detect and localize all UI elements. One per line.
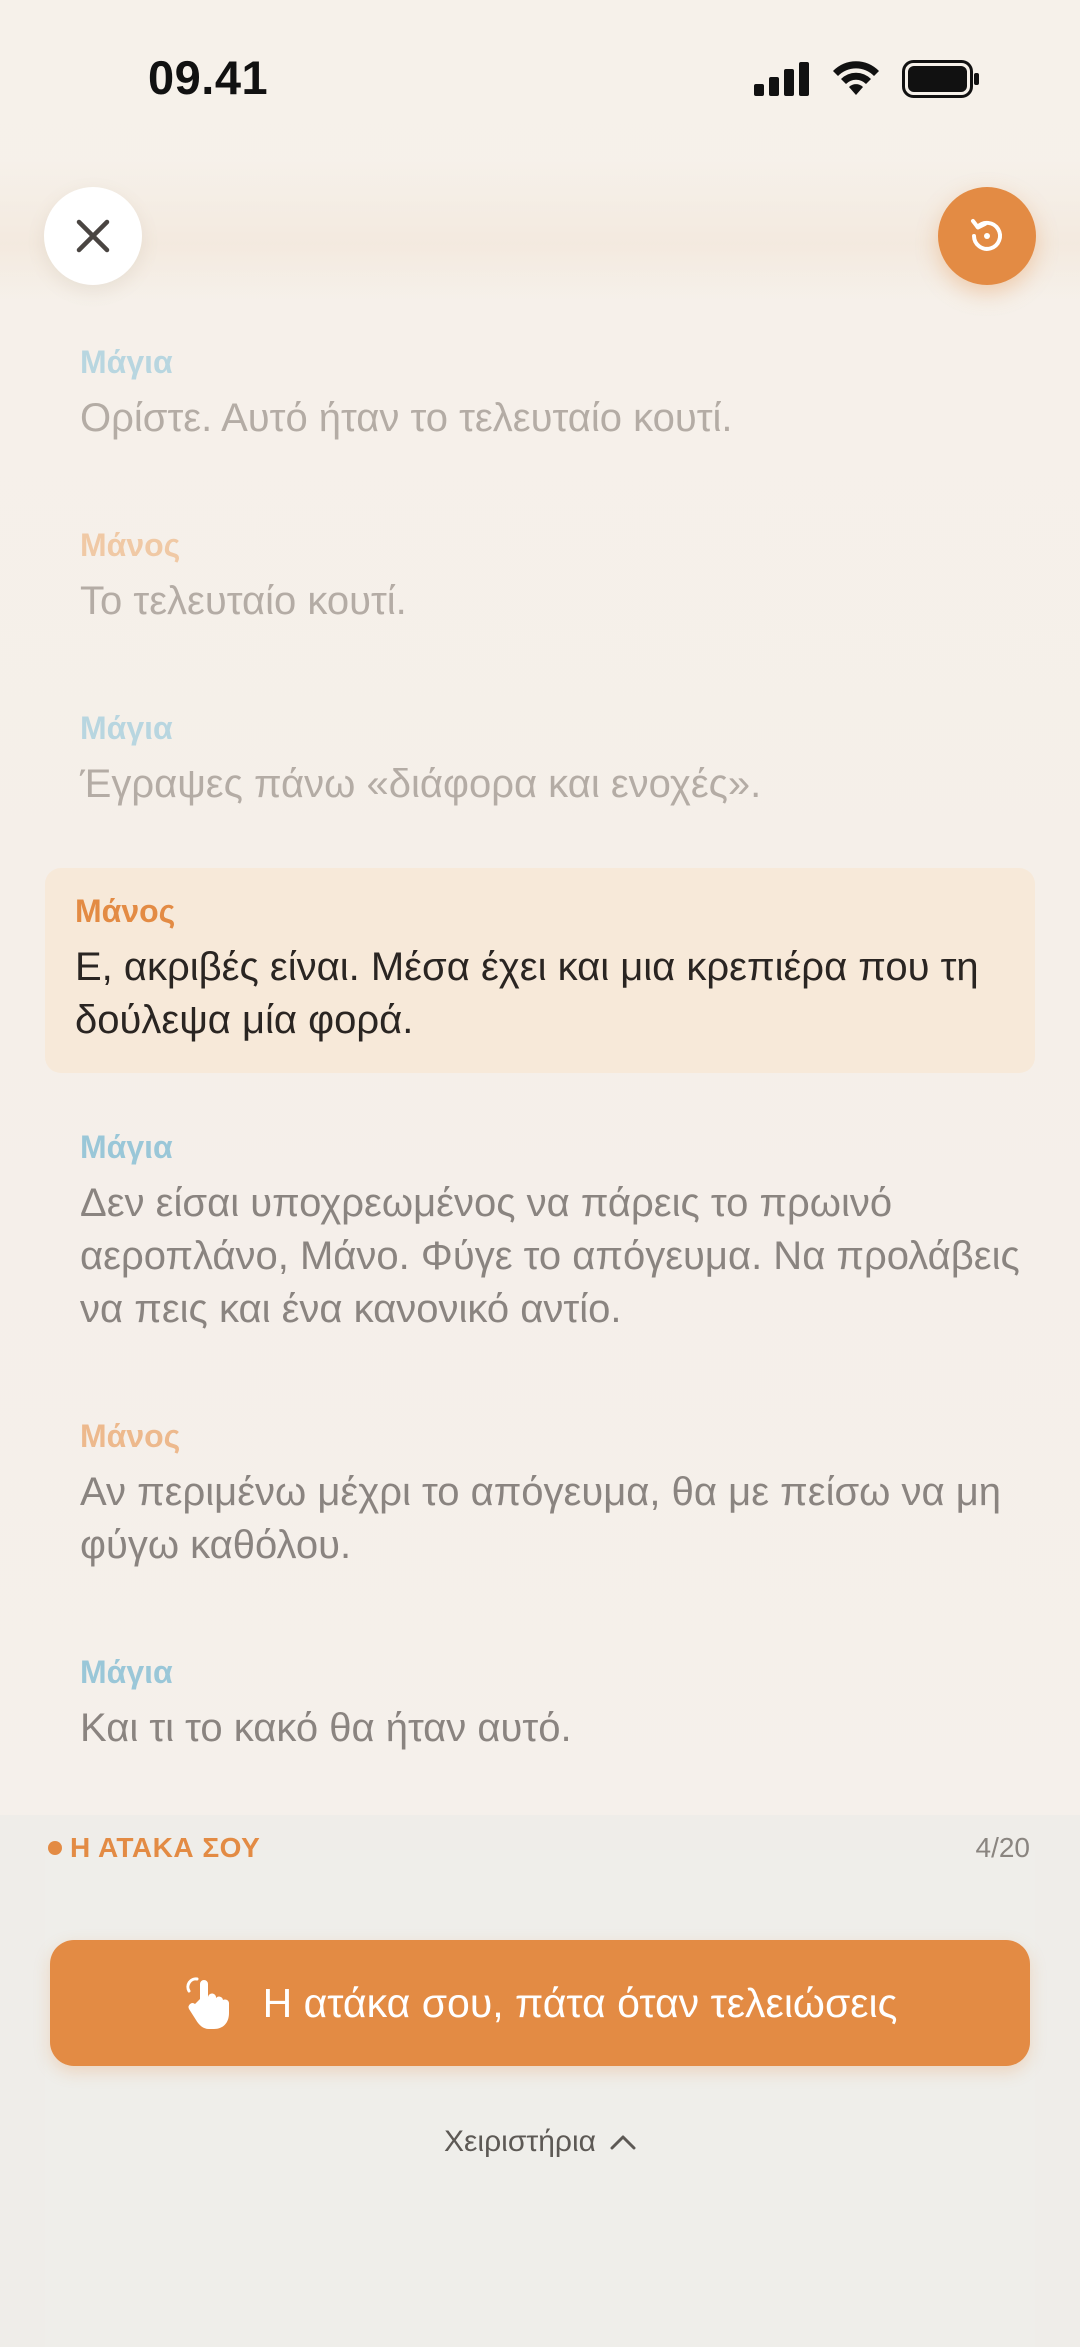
restart-button[interactable] bbox=[938, 187, 1036, 285]
tap-hand-icon bbox=[185, 1977, 229, 2029]
line-text: Αν περιμένω μέχρι το απόγευμα, θα με πεί… bbox=[80, 1470, 1002, 1567]
line-text: Το τελευταίο κουτί. bbox=[80, 579, 407, 623]
rehearsal-screen: 09.41 Μάγια Ορίστε. Αυτό ήταν το τελευτα… bbox=[0, 0, 1080, 2347]
status-bar: 09.41 bbox=[0, 0, 1080, 160]
panel-inner bbox=[45, 1850, 1035, 2347]
close-icon bbox=[76, 219, 110, 253]
controls-toggle[interactable]: Χειριστήρια bbox=[0, 2125, 1080, 2159]
script-line: Μάγια Έγραψες πάνω «διάφορα και ενοχές». bbox=[80, 708, 1020, 811]
line-progress: 4/20 bbox=[975, 1832, 1031, 1863]
line-text: Έγραψες πάνω «διάφορα και ενοχές». bbox=[80, 762, 762, 806]
speaker-name: Μάνος bbox=[80, 1418, 181, 1454]
speaker-name: Μάγια bbox=[80, 1654, 173, 1690]
status-dot bbox=[48, 1841, 62, 1855]
close-button[interactable] bbox=[44, 187, 142, 285]
line-text: Ορίστε. Αυτό ήταν το τελευταίο κουτί. bbox=[80, 396, 733, 440]
line-text: Δεν είσαι υποχρεωμένος να πάρεις το πρωι… bbox=[80, 1181, 1020, 1331]
wifi-icon bbox=[833, 61, 879, 95]
line-text: Και τι το κακό θα ήταν αυτό. bbox=[80, 1706, 572, 1750]
battery-icon bbox=[902, 60, 979, 98]
status-time: 09.41 bbox=[148, 51, 269, 104]
restart-icon bbox=[971, 219, 1002, 251]
top-fade bbox=[0, 160, 1080, 300]
line-done-button-label: Η ατάκα σου, πάτα όταν τελειώσεις bbox=[262, 1979, 898, 2026]
chevron-up-icon bbox=[610, 2135, 636, 2150]
speaker-name: Μάνος bbox=[75, 893, 176, 929]
current-script-line: Μάνος Ε, ακριβές είναι. Μέσα έχει και μι… bbox=[75, 891, 1005, 1047]
line-text: Ε, ακριβές είναι. Μέσα έχει και μια κρεπ… bbox=[75, 945, 979, 1042]
speaker-name: Μάνος bbox=[80, 527, 181, 563]
controls-toggle-label: Χειριστήρια bbox=[444, 2125, 596, 2158]
your-line-label: Η ΑΤΑΚΑ ΣΟΥ bbox=[70, 1832, 261, 1863]
script-line: Μάνος Αν περιμένω μέχρι το απόγευμα, θα … bbox=[80, 1416, 1020, 1572]
script-line: Μάγια Δεν είσαι υποχρεωμένος να πάρεις τ… bbox=[80, 1127, 1020, 1336]
script-line: Μάγια Και τι το κακό θα ήταν αυτό. bbox=[80, 1652, 1020, 1755]
script-line: Μάνος Το τελευταίο κουτί. bbox=[80, 525, 1020, 628]
script-line: Μάγια Ορίστε. Αυτό ήταν το τελευταίο κου… bbox=[80, 342, 1020, 445]
status-icons bbox=[754, 58, 980, 100]
cellular-signal-icon bbox=[754, 62, 809, 96]
line-done-button[interactable]: Η ατάκα σου, πάτα όταν τελειώσεις bbox=[50, 1940, 1030, 2066]
speaker-name: Μάγια bbox=[80, 1129, 173, 1165]
speaker-name: Μάγια bbox=[80, 344, 173, 380]
your-line-indicator: Η ΑΤΑΚΑ ΣΟΥ bbox=[48, 1832, 260, 1864]
speaker-name: Μάγια bbox=[80, 710, 173, 746]
